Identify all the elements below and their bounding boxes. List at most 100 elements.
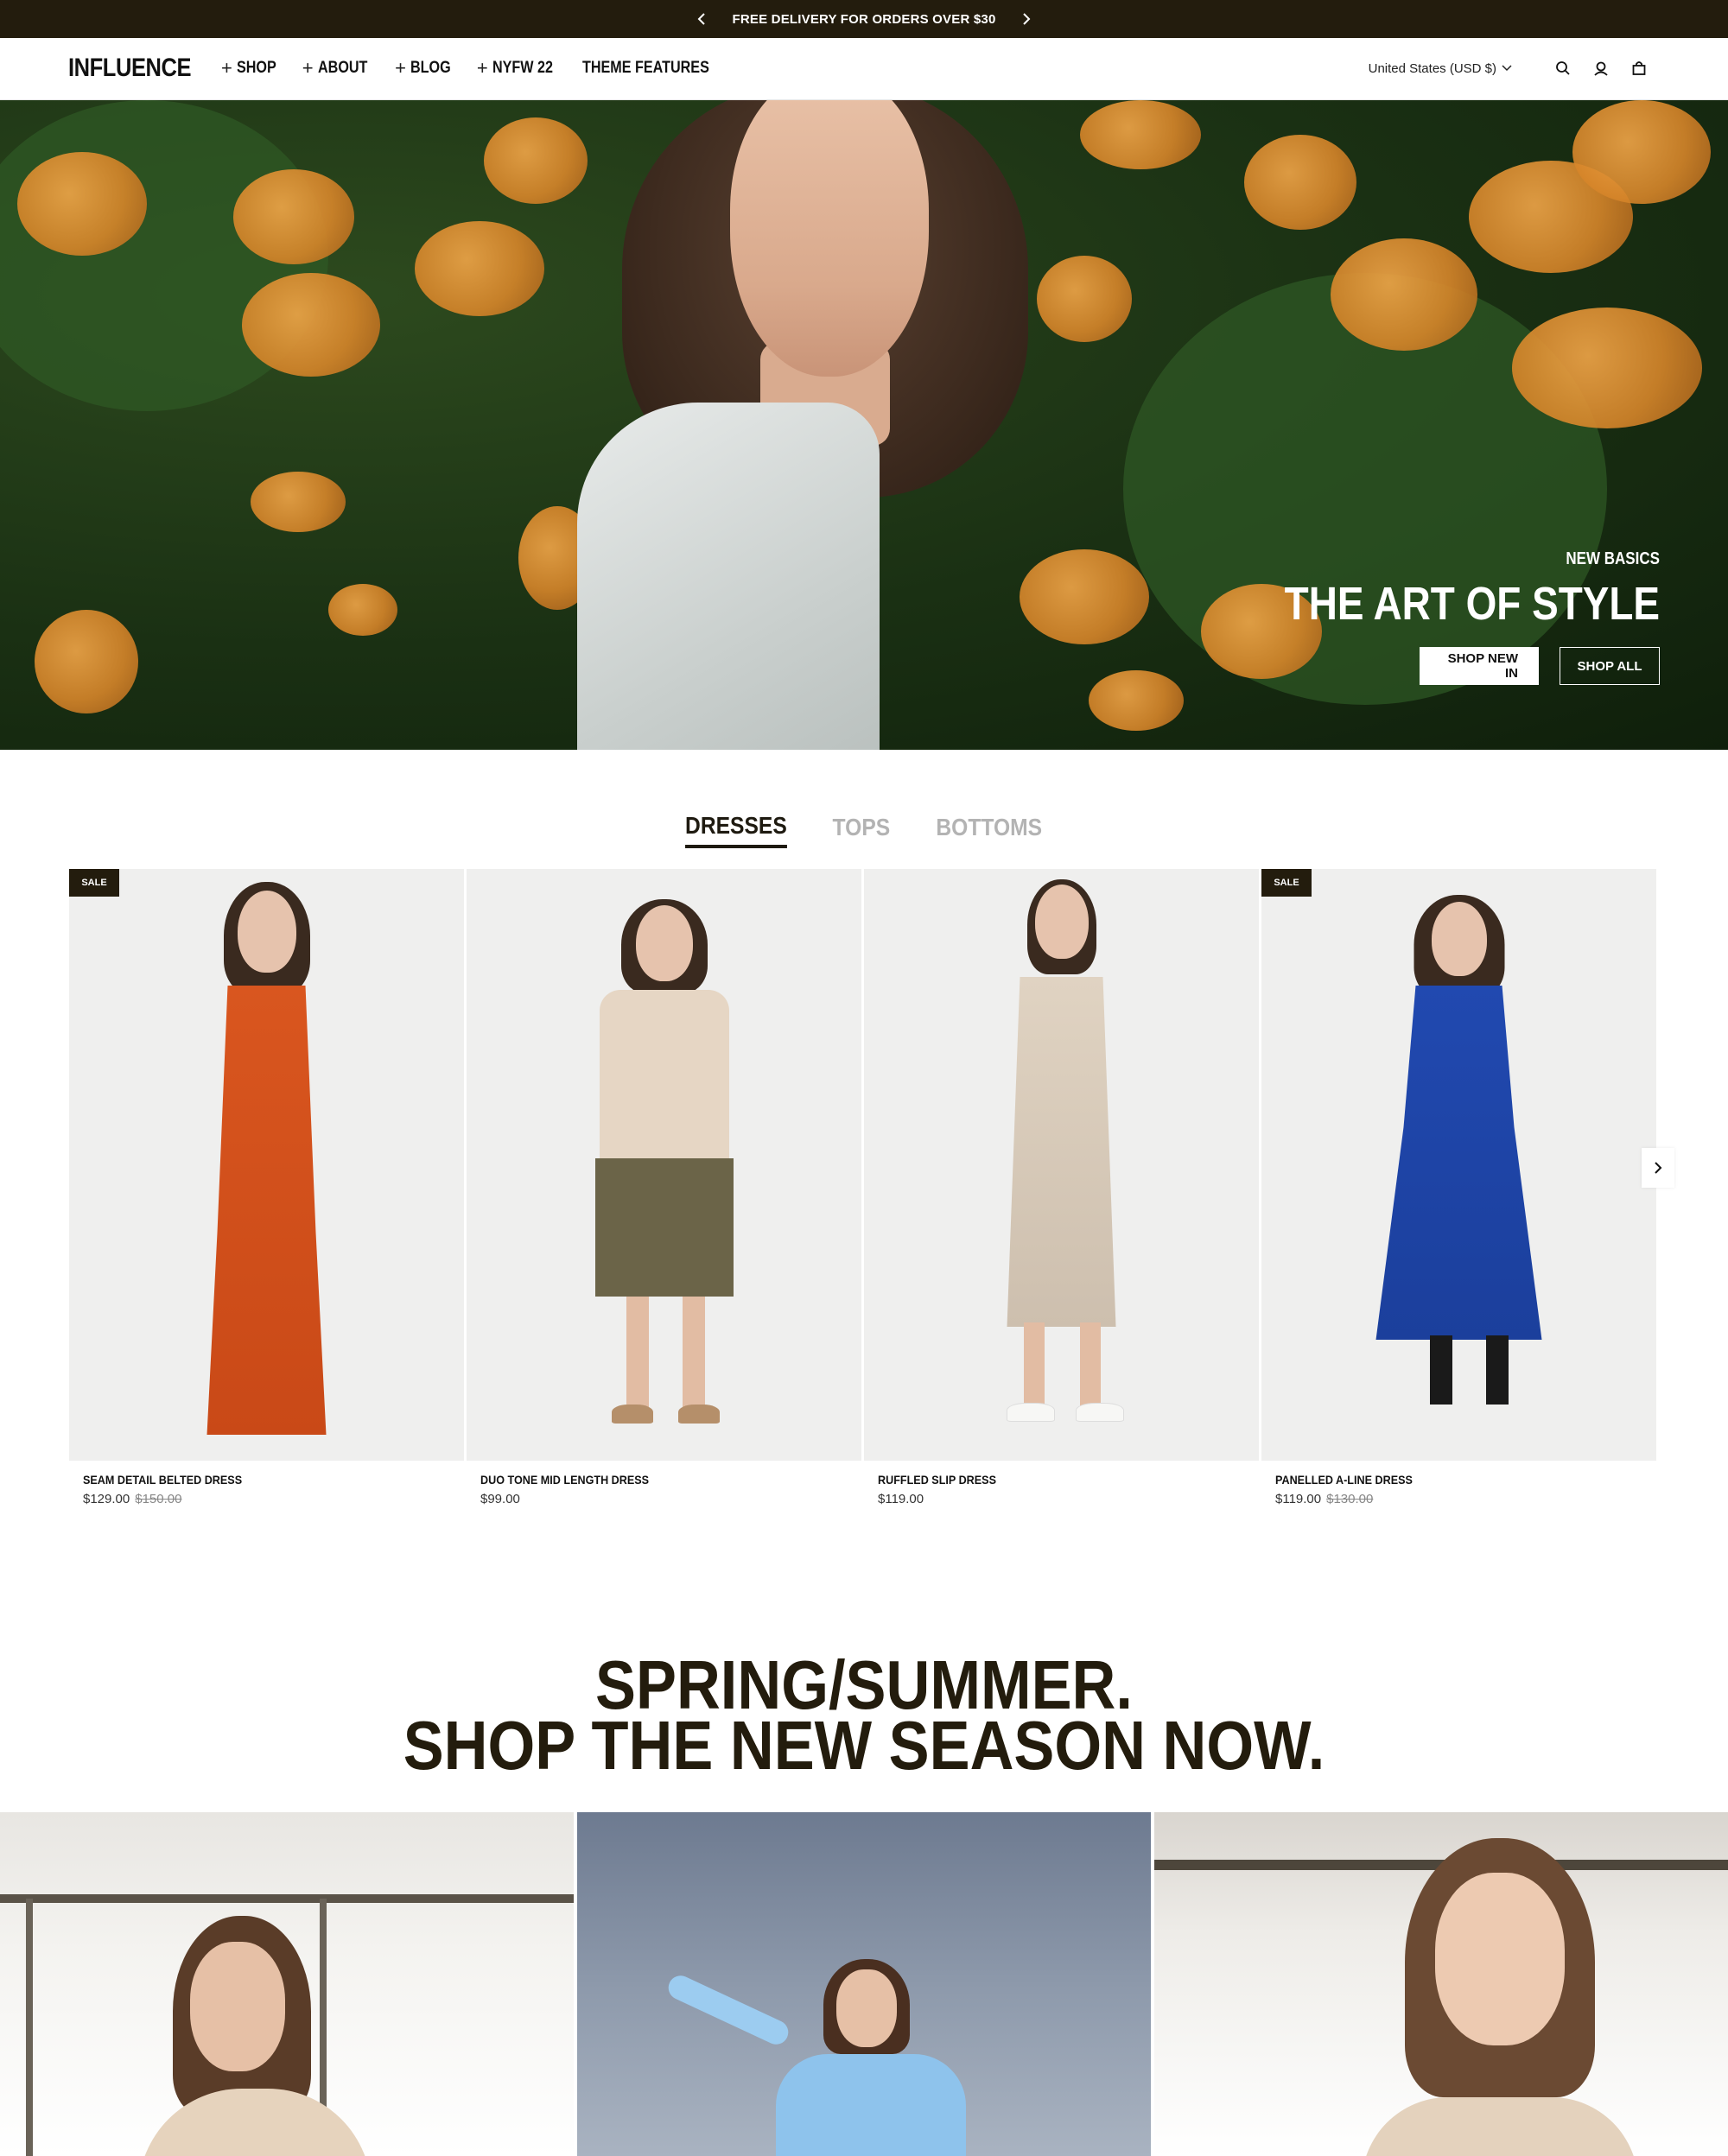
product-name[interactable]: SEAM DETAIL BELTED DRESS	[83, 1473, 426, 1487]
model-shoe	[612, 1405, 653, 1424]
product-image[interactable]: SALE	[69, 869, 464, 1461]
nav-item-about[interactable]: + ABOUT	[302, 59, 376, 78]
model-head	[237, 891, 296, 973]
model-head	[1034, 885, 1089, 959]
model-face	[190, 1942, 285, 2071]
currency-label: United States (USD $)	[1368, 60, 1496, 76]
flower-cluster	[1244, 135, 1356, 230]
lookbook-image[interactable]	[1154, 1812, 1728, 2156]
announcement-text: FREE DELIVERY FOR ORDERS OVER $30	[732, 11, 996, 27]
model-face	[1435, 1873, 1565, 2045]
hero-content: NEW BASICS THE ART OF STYLE SHOP NEW IN …	[1218, 549, 1660, 685]
flower-cluster	[1037, 256, 1132, 342]
plus-icon: +	[395, 57, 406, 79]
flower-cluster	[233, 169, 354, 264]
model-face	[836, 1969, 897, 2047]
model-top	[1362, 2097, 1638, 2156]
dress-shape	[206, 986, 327, 1435]
logo[interactable]: INFLUENCE	[68, 54, 192, 83]
announcement-prev-arrow-icon[interactable]	[689, 6, 715, 32]
lookbook-image[interactable]	[577, 1812, 1151, 2156]
tab-dresses[interactable]: DRESSES	[685, 812, 788, 848]
shop-new-in-button[interactable]: SHOP NEW IN	[1420, 647, 1539, 685]
search-icon[interactable]	[1553, 59, 1572, 78]
product-name[interactable]: RUFFLED SLIP DRESS	[878, 1473, 1221, 1487]
hero-title: THE ART OF STYLE	[1284, 578, 1660, 630]
currency-selector[interactable]: United States (USD $)	[1369, 61, 1512, 76]
flower-cluster	[35, 610, 138, 713]
product-card[interactable]: PANELLED A-LINE DRESS $119.00 $130.00	[1261, 869, 1656, 1506]
product-card[interactable]: DUO TONE MID LENGTH DRESS $99.00	[467, 869, 861, 1506]
flower-cluster	[17, 152, 147, 256]
model-top	[138, 2089, 372, 2156]
cart-icon[interactable]	[1630, 59, 1649, 78]
product-card[interactable]: RUFFLED SLIP DRESS $119.00	[864, 869, 1259, 1506]
chevron-right-icon	[1655, 1162, 1662, 1174]
nav-label: SHOP	[236, 59, 276, 77]
hero-banner: NEW BASICS THE ART OF STYLE SHOP NEW IN …	[0, 100, 1728, 750]
model-face	[730, 100, 929, 377]
sale-badge: SALE	[1261, 869, 1312, 897]
product-name[interactable]: PANELLED A-LINE DRESS	[1275, 1473, 1618, 1487]
chevron-down-icon	[1502, 65, 1512, 72]
dress-shape	[1375, 986, 1542, 1340]
nav-label: ABOUT	[317, 59, 368, 77]
model-leg	[626, 1297, 649, 1409]
model-top	[776, 2054, 966, 2156]
flower-cluster	[1331, 238, 1477, 351]
nav-item-blog[interactable]: + BLOG	[395, 59, 458, 78]
price-current: $119.00	[878, 1492, 924, 1506]
lookbook-image[interactable]	[0, 1812, 574, 2156]
nav-label: BLOG	[410, 59, 451, 77]
flower-cluster	[242, 273, 380, 377]
product-image[interactable]	[467, 869, 861, 1461]
collection-tabs: DRESSES TOPS BOTTOMS	[0, 812, 1728, 848]
site-header: INFLUENCE + SHOP + ABOUT + BLOG + NYFW 2…	[0, 38, 1728, 100]
model-boot	[1430, 1335, 1452, 1405]
price-current: $99.00	[480, 1492, 520, 1506]
flower-cluster	[328, 584, 397, 636]
nav-label: NYFW 22	[492, 59, 553, 77]
header-utilities: United States (USD $)	[1369, 59, 1649, 78]
product-price: $119.00	[878, 1492, 1259, 1506]
product-price: $129.00 $150.00	[83, 1492, 464, 1506]
product-name[interactable]: DUO TONE MID LENGTH DRESS	[480, 1473, 823, 1487]
tab-bottoms[interactable]: BOTTOMS	[936, 814, 1042, 847]
plus-icon: +	[302, 57, 314, 79]
product-image[interactable]	[1261, 869, 1656, 1461]
model-boot	[1486, 1335, 1509, 1405]
nav-item-theme-features[interactable]: THEME FEATURES	[582, 59, 732, 78]
flower-cluster	[1572, 100, 1711, 204]
nav-item-nyfw[interactable]: + NYFW 22	[477, 59, 563, 78]
model-leg	[1080, 1322, 1101, 1409]
model-shoe	[1076, 1403, 1124, 1422]
product-card[interactable]: SALE SEAM DETAIL BELTED DRESS $129.00 $15…	[69, 869, 464, 1506]
model-shoe	[678, 1405, 720, 1424]
announcement-next-arrow-icon[interactable]	[1013, 6, 1039, 32]
price-compare: $150.00	[135, 1492, 182, 1506]
product-price: $119.00 $130.00	[1275, 1492, 1656, 1506]
product-grid: SALE SEAM DETAIL BELTED DRESS $129.00 $15…	[69, 869, 1656, 1508]
season-headline: SPRING/SUMMER. SHOP THE NEW SEASON NOW.	[0, 1651, 1728, 1780]
flower-cluster	[1512, 308, 1702, 428]
dress-shape	[1007, 977, 1116, 1327]
slider-next-button[interactable]	[1642, 1148, 1674, 1188]
hero-kicker: NEW BASICS	[1566, 549, 1660, 568]
flower-cluster	[415, 221, 544, 316]
account-icon[interactable]	[1591, 59, 1610, 78]
flower-cluster	[484, 117, 588, 204]
announcement-bar: FREE DELIVERY FOR ORDERS OVER $30	[0, 0, 1728, 38]
tab-tops[interactable]: TOPS	[833, 814, 891, 847]
shop-all-button[interactable]: SHOP ALL	[1560, 647, 1660, 685]
product-image[interactable]	[864, 869, 1259, 1461]
model-leg	[683, 1297, 705, 1409]
model-head	[635, 905, 693, 981]
flower-cluster	[1089, 670, 1184, 731]
main-nav: + SHOP + ABOUT + BLOG + NYFW 22 THEME FE…	[221, 59, 751, 78]
nav-item-shop[interactable]: + SHOP	[221, 59, 283, 78]
window-frame	[0, 1894, 574, 1903]
model-head	[1431, 902, 1487, 976]
product-price: $99.00	[480, 1492, 861, 1506]
hero-buttons: SHOP NEW IN SHOP ALL	[1218, 647, 1660, 685]
sale-badge: SALE	[69, 869, 119, 897]
